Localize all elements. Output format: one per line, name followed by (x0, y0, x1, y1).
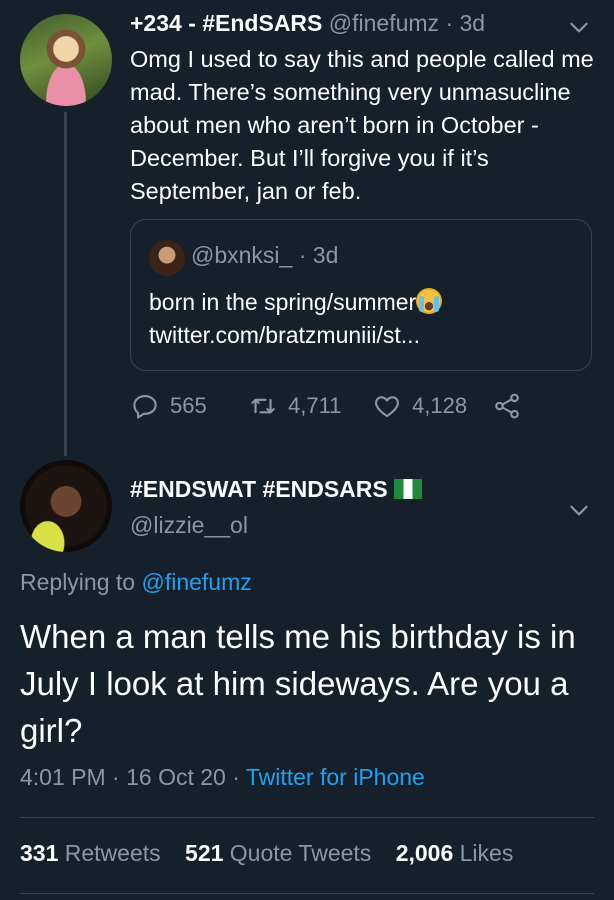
parent-display-name[interactable]: +234 - #EndSARS (130, 10, 322, 36)
share-icon (492, 391, 522, 421)
avatar-bxnksi (149, 240, 185, 276)
replying-to-handle[interactable]: @finefumz (141, 569, 251, 595)
crying-face-emoji-icon (416, 288, 443, 314)
main-tweet-metadata: 4:01 PM · 16 Oct 20 · Twitter for iPhone (20, 764, 425, 791)
quote-tweets-label[interactable]: Quote Tweets (230, 840, 372, 866)
tweet-source[interactable]: Twitter for iPhone (246, 764, 425, 790)
nigeria-flag-icon (394, 479, 423, 499)
heart-icon (372, 391, 402, 421)
replying-to-label: Replying to (20, 569, 136, 595)
engagement-stats: 331 Retweets 521 Quote Tweets 2,006 Like… (20, 840, 531, 867)
parent-tweet-header: +234 - #EndSARS @finefumz · 3d (130, 10, 485, 37)
parent-tweet-actions: 565 4,711 4,128 (130, 390, 600, 422)
like-count: 4,128 (412, 393, 468, 418)
quoted-tweet-text: born in the spring/summer (149, 289, 417, 315)
replying-to-line: Replying to @finefumz (20, 569, 252, 596)
quoted-tweet-header: @bxnksi_ · 3d (191, 242, 338, 269)
chevron-down-icon[interactable] (566, 14, 592, 40)
quoted-timestamp: · 3d (298, 242, 339, 268)
avatar-finefumz[interactable] (20, 14, 112, 106)
quoted-tweet-body: born in the spring/summer twitter.com/br… (149, 286, 579, 352)
main-display-name-text: #ENDSWAT #ENDSARS (130, 476, 388, 502)
main-tweet-handle[interactable]: @lizzie__ol (130, 512, 248, 539)
retweet-button[interactable]: 4,711 (248, 390, 341, 422)
share-button[interactable] (492, 390, 522, 422)
retweet-icon (248, 391, 278, 421)
quoted-handle: @bxnksi_ (191, 242, 293, 268)
quote-tweets-count[interactable]: 521 (185, 840, 223, 866)
parent-tweet-text: Omg I used to say this and people called… (130, 46, 594, 204)
main-tweet-text: When a man tells me his birthday is in J… (20, 618, 576, 749)
tweet-date[interactable]: · 16 Oct 20 · (112, 764, 240, 790)
retweets-count[interactable]: 331 (20, 840, 58, 866)
chevron-down-icon[interactable] (566, 497, 592, 523)
like-button[interactable]: 4,128 (372, 390, 467, 422)
likes-count[interactable]: 2,006 (396, 840, 454, 866)
retweet-count: 4,711 (288, 393, 342, 418)
divider (20, 817, 594, 818)
parent-handle[interactable]: @finefumz (329, 10, 439, 36)
main-tweet-display-name[interactable]: #ENDSWAT #ENDSARS (130, 476, 423, 503)
avatar-lizzie[interactable] (20, 460, 112, 552)
thread-connector-line (64, 112, 67, 456)
quoted-tweet-link[interactable]: twitter.com/bratzmuniii/st... (149, 322, 420, 348)
reply-count: 565 (170, 393, 207, 418)
divider (20, 893, 594, 894)
retweets-label[interactable]: Retweets (65, 840, 161, 866)
parent-timestamp[interactable]: · 3d (445, 10, 485, 36)
quoted-tweet-card[interactable]: @bxnksi_ · 3d born in the spring/summer … (130, 219, 592, 371)
reply-button[interactable]: 565 (130, 390, 207, 422)
tweet-time[interactable]: 4:01 PM (20, 764, 106, 790)
likes-label[interactable]: Likes (460, 840, 514, 866)
reply-icon (130, 391, 160, 421)
